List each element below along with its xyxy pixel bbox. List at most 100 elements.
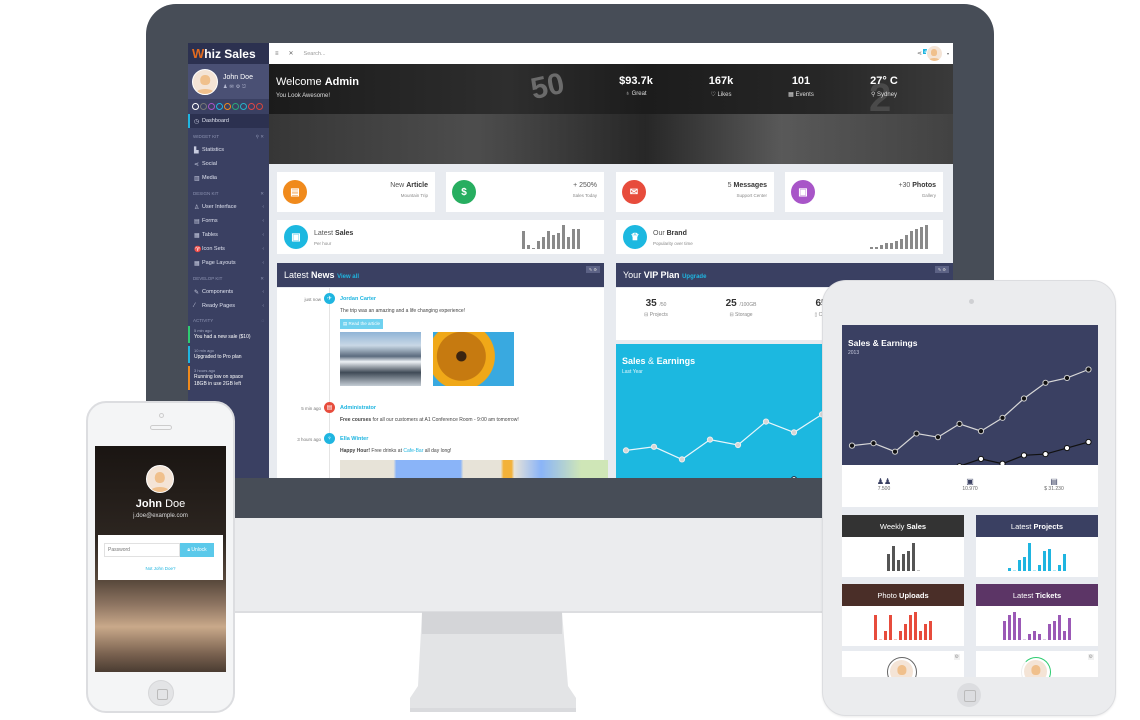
- data-point-earnings[interactable]: [977, 455, 985, 463]
- chevron-down-icon[interactable]: ▾: [947, 51, 949, 56]
- sidebar-item-icon-sets[interactable]: ♈ Icon Sets ‹: [188, 242, 269, 256]
- news-author[interactable]: Jordan Carter: [340, 296, 376, 302]
- data-point-earnings[interactable]: [1020, 452, 1028, 459]
- gear-icon[interactable]: ⚙: [593, 267, 597, 272]
- data-point-sales[interactable]: [913, 430, 920, 437]
- data-point-sales[interactable]: [956, 420, 963, 427]
- sidebar-item-tables[interactable]: ▦ Tables ‹: [188, 228, 269, 242]
- hero-stat-value: $93.7k: [619, 75, 653, 87]
- data-point-sales[interactable]: [999, 414, 1006, 421]
- data-point-earnings[interactable]: [1085, 438, 1092, 446]
- sidebar-item-dashboard[interactable]: ◷ Dashboard: [188, 114, 269, 128]
- activity-item[interactable]: 3 hours ago Running low on space 18GB in u…: [188, 366, 269, 390]
- sidebar-item-media[interactable]: ▥ Media: [188, 171, 269, 185]
- widget-tickets[interactable]: Latest Tickets: [976, 584, 1098, 646]
- activity-item[interactable]: 5 min ago You had a new sale ($10): [188, 326, 269, 343]
- menu-icon[interactable]: ≡: [275, 51, 279, 57]
- data-point-sales[interactable]: [622, 447, 630, 454]
- data-point-sales[interactable]: [977, 428, 985, 435]
- mountain-image[interactable]: [340, 332, 421, 386]
- theme-color-swatch[interactable]: [224, 103, 231, 110]
- unlock-button[interactable]: 🔒︎ Unlock: [180, 543, 214, 557]
- data-point-sales[interactable]: [790, 429, 798, 436]
- sidebar-item-social[interactable]: ⋖ Social: [188, 157, 269, 171]
- data-point-sales[interactable]: [678, 456, 686, 463]
- news-author[interactable]: Ella Winter: [340, 436, 368, 442]
- sidebar-item-components[interactable]: ✎ Components ‹: [188, 285, 269, 299]
- read-article-button[interactable]: ▤ Read the article: [340, 319, 384, 329]
- data-point-earnings[interactable]: [1042, 450, 1049, 458]
- info-card[interactable]: ▣ +30 Photos Gallery: [785, 172, 943, 212]
- data-point-sales[interactable]: [706, 436, 714, 443]
- info-card[interactable]: ✉ 5 Messages Support Center: [616, 172, 774, 212]
- theme-color-swatch[interactable]: [240, 103, 247, 110]
- news-author[interactable]: Administrator: [340, 405, 376, 411]
- cafe-bar-link[interactable]: Cafe-Bar: [403, 448, 423, 454]
- password-input[interactable]: [104, 543, 180, 557]
- avatar: [146, 465, 174, 493]
- hero-background: [269, 114, 953, 164]
- data-point-sales[interactable]: [891, 448, 899, 455]
- theme-color-swatch[interactable]: [232, 103, 239, 110]
- data-point-earnings[interactable]: [791, 476, 797, 478]
- data-point-sales[interactable]: [1063, 374, 1071, 382]
- edit-icon[interactable]: ✎: [589, 267, 592, 272]
- theme-color-swatch[interactable]: [192, 103, 199, 110]
- sidebar-item-statistics[interactable]: ▙ Statistics: [188, 143, 269, 157]
- data-point-sales[interactable]: [848, 442, 856, 449]
- data-point-sales[interactable]: [650, 443, 658, 450]
- shuffle-icon[interactable]: ✕: [289, 50, 294, 57]
- logout-icon[interactable]: ⎋: [242, 84, 248, 90]
- theme-color-swatch[interactable]: [200, 103, 207, 110]
- not-me-link[interactable]: Not John Doe?: [98, 566, 223, 571]
- theme-color-swatch[interactable]: [208, 103, 215, 110]
- data-point-sales[interactable]: [1042, 379, 1049, 386]
- shuffle-icon[interactable]: ✕: [260, 191, 264, 197]
- info-card[interactable]: $ + 250% Sales Today: [446, 172, 604, 212]
- data-point-sales[interactable]: [934, 434, 942, 441]
- tablet-stat-value: 10.970: [962, 486, 978, 492]
- user-avatar-menu[interactable]: [925, 45, 943, 62]
- shuffle-icon[interactable]: ✕: [260, 276, 264, 282]
- widget-sales[interactable]: Weekly Sales: [842, 515, 964, 577]
- hero-stat-label: ▦ Events: [776, 91, 826, 98]
- avatar[interactable]: [192, 68, 218, 95]
- edit-icon[interactable]: ✎: [938, 267, 941, 272]
- share-icon[interactable]: ⋖4: [917, 49, 928, 57]
- activity-item[interactable]: 10 min ago Upgraded to Pro plan: [188, 346, 269, 363]
- lightbulb-icon[interactable]: ⚲ ✕: [256, 134, 264, 140]
- sidebar-item-user-interface[interactable]: ♙ User Interface ‹: [188, 200, 269, 214]
- gear-icon[interactable]: ⚙: [1087, 654, 1094, 660]
- phone-home-button[interactable]: [148, 680, 174, 706]
- data-point-sales[interactable]: [870, 440, 877, 447]
- theme-color-swatch[interactable]: [216, 103, 223, 110]
- card-title: 5 Messages: [728, 182, 767, 189]
- map-image[interactable]: [340, 460, 608, 478]
- brand-logo[interactable]: W hiz Sales: [188, 43, 269, 64]
- data-point-sales[interactable]: [762, 418, 770, 425]
- widget-projects[interactable]: Latest Projects: [976, 515, 1098, 577]
- gear-icon[interactable]: ⚙: [953, 654, 960, 660]
- view-all-link[interactable]: View all: [337, 274, 359, 280]
- last-name: Doe: [165, 498, 186, 510]
- theme-color-swatch[interactable]: [256, 103, 263, 110]
- upgrade-link[interactable]: Upgrade: [682, 274, 706, 280]
- widget-uploads[interactable]: Photo Uploads: [842, 584, 964, 646]
- data-point-earnings[interactable]: [1063, 444, 1071, 452]
- data-point-sales[interactable]: [1085, 366, 1092, 373]
- sunflower-image[interactable]: [433, 332, 514, 386]
- gear-icon[interactable]: ⚙: [942, 267, 946, 272]
- sparkline-bar: [890, 243, 893, 249]
- data-point-sales[interactable]: [1020, 395, 1028, 402]
- widget-bar: [894, 639, 897, 640]
- widget-title-bold: Uploads: [899, 590, 929, 600]
- sidebar-item-page-layouts[interactable]: ▦ Page Layouts ‹: [188, 256, 269, 270]
- refresh-icon[interactable]: ◌: [261, 318, 264, 323]
- sidebar-item-forms[interactable]: ▤ Forms ‹: [188, 214, 269, 228]
- tablet-home-button[interactable]: [957, 683, 981, 707]
- info-card[interactable]: ▤ New Article Mountain Trip: [277, 172, 435, 212]
- sidebar-item-ready-pages[interactable]: ⁄ Ready Pages ‹: [188, 299, 269, 312]
- search-input[interactable]: Search...: [304, 51, 326, 57]
- theme-color-swatch[interactable]: [248, 103, 255, 110]
- data-point-sales[interactable]: [734, 441, 742, 449]
